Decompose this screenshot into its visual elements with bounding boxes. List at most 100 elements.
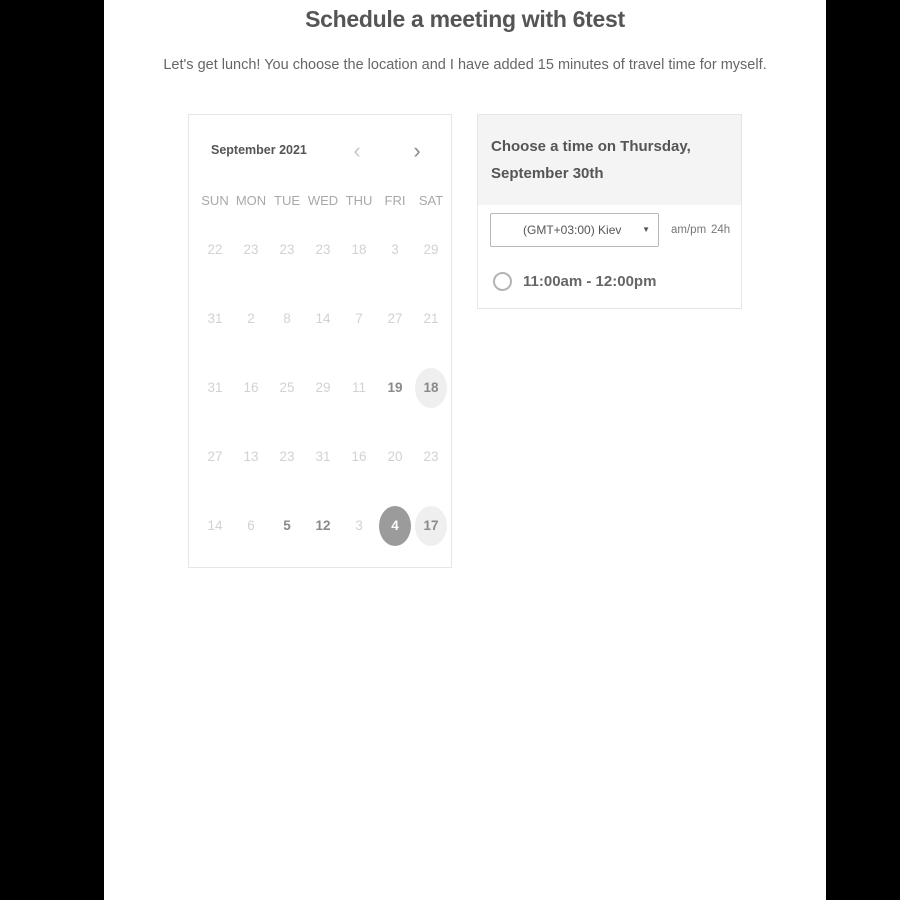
calendar-day-disabled: 31	[207, 310, 223, 326]
calendar-day-disabled: 6	[247, 517, 255, 533]
calendar-day-cell: 23	[413, 437, 449, 477]
calendar-weeks: 22 23 23 23 18 3 29 31 2 8 14 7 27 21 31 16 25 29 11 19 18 27…	[197, 215, 453, 560]
time-slot[interactable]: 11:00am - 12:00pm	[493, 268, 656, 294]
calendar-day-cell: 31	[197, 368, 233, 408]
page-subtitle: Let's get lunch! You choose the location…	[163, 57, 767, 73]
timezone-select[interactable]: (GMT+03:00) Kiev ▼	[490, 213, 659, 247]
format-24h-toggle[interactable]: 24h	[711, 213, 730, 247]
calendar-day-disabled: 29	[315, 379, 331, 395]
calendar-day-highlight[interactable]: 18	[415, 367, 447, 408]
calendar-day-cell: 14	[305, 299, 341, 339]
calendar-grid: SUN MON TUE WED THU FRI SAT 22 23 23 23 18 3 29 31 2 8 1…	[197, 187, 453, 560]
calendar-day-disabled: 7	[355, 310, 363, 326]
calendar-day-cell: 27	[197, 437, 233, 477]
calendar-day-cell: 18	[341, 230, 377, 270]
page-title: Schedule a meeting with 6test	[305, 6, 625, 32]
calendar-day-cell: 22	[197, 230, 233, 270]
calendar-day-disabled: 29	[423, 241, 439, 257]
calendar-day-disabled: 18	[351, 241, 367, 257]
calendar-day-cell: 23	[269, 230, 305, 270]
time-panel: Choose a time on Thursday, September 30t…	[477, 114, 742, 309]
weekday-label: TUE	[274, 193, 300, 208]
weekday-label: FRI	[384, 193, 406, 208]
calendar-day-disabled: 23	[279, 241, 295, 257]
calendar-week-row: 31 2 8 14 7 27 21	[197, 284, 449, 353]
weekday-label: MON	[235, 193, 267, 208]
calendar-day-disabled: 20	[387, 448, 403, 464]
calendar-day-selected[interactable]: 4	[379, 505, 411, 546]
weekday-label: SAT	[418, 193, 444, 208]
calendar-day-disabled: 25	[279, 379, 295, 395]
calendar-day-available[interactable]: 5	[269, 506, 305, 546]
calendar-day-cell: 29	[305, 368, 341, 408]
weekday-label: THU	[345, 193, 373, 208]
caret-down-icon: ▼	[642, 225, 650, 234]
calendar-day-highlight[interactable]: 17	[415, 505, 447, 546]
calendar-day-cell: 4	[377, 505, 413, 546]
calendar-day-cell: 21	[413, 299, 449, 339]
calendar-day-cell: 2	[233, 299, 269, 339]
calendar-day-cell: 5	[269, 506, 305, 546]
calendar-day-cell: 27	[377, 299, 413, 339]
calendar-day-disabled: 8	[283, 310, 291, 326]
calendar-day-cell: 16	[233, 368, 269, 408]
calendar: September 2021 ‹ › SUN MON TUE WED THU FRI SAT…	[188, 114, 452, 568]
calendar-week-row: 31 16 25 29 11 19 18	[197, 353, 449, 422]
calendar-day-disabled: 23	[279, 448, 295, 464]
time-slot-label: 11:00am - 12:00pm	[523, 272, 657, 290]
calendar-day-disabled: 14	[207, 517, 223, 533]
calendar-day-cell: 7	[341, 299, 377, 339]
calendar-day-cell: 3	[377, 230, 413, 270]
calendar-day-cell: 20	[377, 437, 413, 477]
calendar-day-disabled: 11	[351, 379, 366, 395]
calendar-day-cell: 12	[305, 506, 341, 546]
calendar-day-cell: 13	[233, 437, 269, 477]
calendar-day-disabled: 21	[423, 310, 439, 326]
calendar-week-row: 14 6 5 12 3 4 17	[197, 491, 449, 560]
calendar-day-disabled: 31	[315, 448, 331, 464]
calendar-day-disabled: 16	[351, 448, 367, 464]
calendar-day-disabled: 3	[355, 517, 363, 533]
weekday-label: SUN	[201, 193, 229, 208]
timezone-value: (GMT+03:00) Kiev	[523, 223, 622, 237]
calendar-day-disabled: 23	[315, 241, 331, 257]
calendar-day-available[interactable]: 19	[377, 368, 413, 408]
calendar-day-cell: 29	[413, 230, 449, 270]
calendar-day-disabled: 22	[207, 241, 223, 257]
weekday-header-row: SUN MON TUE WED THU FRI SAT	[197, 187, 449, 215]
calendar-day-disabled: 13	[243, 448, 259, 464]
calendar-day-disabled: 23	[423, 448, 439, 464]
calendar-day-cell: 14	[197, 506, 233, 546]
calendar-day-cell: 11	[341, 368, 377, 408]
calendar-day-cell: 23	[233, 230, 269, 270]
calendar-week-row: 27 13 23 31 16 20 23	[197, 422, 449, 491]
calendar-day-cell: 31	[197, 299, 233, 339]
calendar-day-cell: 18	[413, 367, 449, 408]
calendar-day-cell: 25	[269, 368, 305, 408]
chevron-right-icon[interactable]: ›	[407, 140, 427, 165]
calendar-day-cell: 8	[269, 299, 305, 339]
calendar-day-disabled: 31	[207, 379, 223, 395]
calendar-day-cell: 31	[305, 437, 341, 477]
calendar-day-cell: 23	[269, 437, 305, 477]
calendar-day-disabled: 27	[207, 448, 223, 464]
calendar-month-label: September 2021	[211, 143, 307, 157]
calendar-day-cell: 17	[413, 505, 449, 546]
calendar-day-available[interactable]: 12	[305, 506, 341, 546]
calendar-day-disabled: 3	[391, 241, 399, 257]
radio-icon[interactable]	[493, 271, 512, 291]
scheduler-page: Schedule a meeting with 6test Let's get …	[104, 0, 826, 900]
calendar-day-cell: 16	[341, 437, 377, 477]
chevron-left-icon[interactable]: ‹	[347, 140, 367, 165]
calendar-day-disabled: 14	[315, 310, 331, 326]
calendar-day-cell: 23	[305, 230, 341, 270]
calendar-day-disabled: 2	[247, 310, 255, 326]
calendar-day-disabled: 23	[243, 241, 259, 257]
calendar-day-cell: 3	[341, 506, 377, 546]
calendar-week-row: 22 23 23 23 18 3 29	[197, 215, 449, 284]
format-ampm-toggle[interactable]: am/pm	[671, 213, 706, 247]
calendar-day-cell: 19	[377, 368, 413, 408]
time-panel-heading: Choose a time on Thursday, September 30t…	[491, 138, 691, 182]
calendar-day-disabled: 16	[243, 379, 259, 395]
weekday-label: WED	[307, 193, 339, 208]
